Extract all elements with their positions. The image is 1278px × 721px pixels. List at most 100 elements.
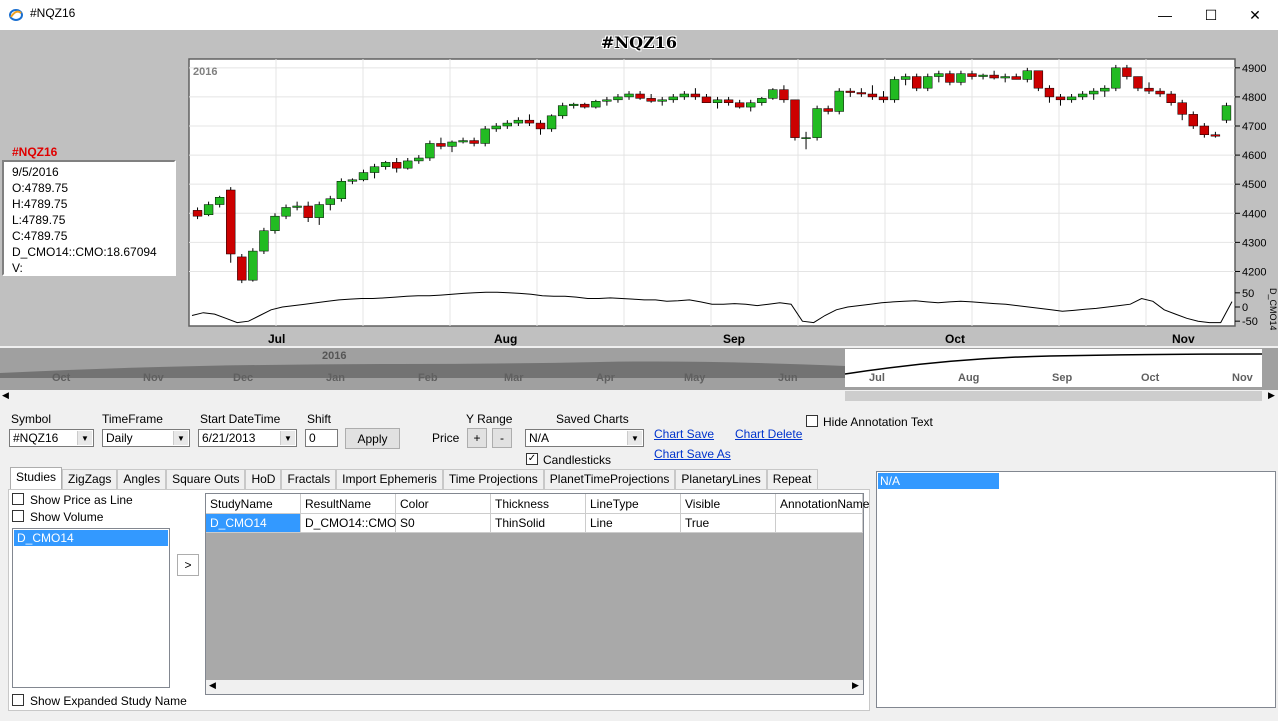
scroll-right-icon[interactable]: ▶: [1268, 390, 1275, 401]
start-datetime-picker[interactable]: 6/21/2013 ▼: [198, 429, 297, 447]
column-header[interactable]: Visible: [681, 494, 776, 514]
column-header[interactable]: AnnotationName: [776, 494, 869, 514]
scroll-left-icon[interactable]: ◀: [2, 390, 9, 401]
scroll-right-icon[interactable]: ▶: [852, 680, 859, 691]
timeframe-select[interactable]: Daily ▼: [102, 429, 190, 447]
chevron-down-icon[interactable]: ▼: [280, 431, 295, 445]
candle-body: [701, 96, 712, 103]
table-cell[interactable]: [776, 514, 863, 533]
tab-square-outs[interactable]: Square Outs: [166, 469, 246, 489]
candle-body: [945, 73, 955, 83]
candle-body: [569, 103, 579, 106]
yrange-minus-button[interactable]: -: [492, 428, 512, 448]
candle-body: [1177, 102, 1187, 115]
tab-time-projections[interactable]: Time Projections: [442, 469, 544, 489]
hide-annotation-checkbox[interactable]: [806, 415, 818, 427]
show-volume-checkbox[interactable]: [12, 510, 24, 522]
column-header[interactable]: Thickness: [491, 494, 586, 514]
tab-import-ephemeris[interactable]: Import Ephemeris: [336, 469, 443, 489]
apply-button[interactable]: Apply: [345, 428, 400, 449]
nav-month: Feb: [418, 372, 438, 384]
candle-body: [292, 205, 302, 208]
tab-fractals[interactable]: Fractals: [281, 469, 337, 489]
column-header[interactable]: Color: [396, 494, 491, 514]
study-list[interactable]: D_CMO14: [12, 528, 170, 688]
candle-body: [458, 140, 468, 143]
chevron-down-icon[interactable]: ▼: [173, 431, 188, 445]
chevron-down-icon[interactable]: ▼: [77, 431, 92, 445]
column-header[interactable]: LineType: [586, 494, 681, 514]
candle-body: [989, 74, 999, 79]
tab-repeat[interactable]: Repeat: [766, 469, 818, 489]
tab-studies[interactable]: Studies: [10, 467, 63, 489]
chart-delete-link[interactable]: Chart Delete: [735, 427, 802, 441]
grid-scrollbar[interactable]: ◀ ▶: [206, 680, 863, 694]
candle-body: [690, 93, 701, 98]
shift-input[interactable]: 0: [305, 429, 338, 447]
candle-body: [425, 143, 435, 159]
cmo-tick-label: 50: [1242, 288, 1254, 300]
list-item[interactable]: D_CMO14: [14, 530, 168, 546]
yrange-plus-button[interactable]: +: [467, 428, 487, 448]
candle-body: [557, 105, 568, 117]
candle-body: [1066, 96, 1077, 101]
info-symbol: #NQZ16: [12, 145, 58, 159]
candle-body: [1089, 90, 1099, 95]
maximize-button[interactable]: ☐: [1188, 0, 1234, 30]
chevron-down-icon[interactable]: ▼: [627, 431, 642, 445]
price-tick-label: 4800: [1242, 92, 1266, 104]
tab-angles[interactable]: Angles: [117, 469, 167, 489]
candle-body: [248, 250, 258, 281]
price-tick-label: 4700: [1242, 121, 1266, 133]
scroll-left-icon[interactable]: ◀: [209, 680, 216, 691]
candle-body: [314, 204, 324, 218]
navigator-scrollbar[interactable]: ◀ ▶: [0, 390, 1278, 402]
table-cell[interactable]: S0: [396, 514, 491, 533]
table-cell[interactable]: True: [681, 514, 776, 533]
move-study-button[interactable]: >: [177, 554, 199, 576]
price-tick-label: 4500: [1242, 179, 1266, 191]
candle-body: [900, 76, 911, 80]
chart-title: #NQZ16: [601, 33, 677, 52]
price-tick-label: 4200: [1242, 266, 1266, 278]
show-expanded-label: Show Expanded Study Name: [30, 694, 187, 708]
nav-month: Oct: [1141, 372, 1160, 384]
show-expanded-checkbox[interactable]: [12, 694, 24, 706]
column-header[interactable]: StudyName: [206, 494, 301, 514]
candlesticks-checkbox[interactable]: ✓: [526, 453, 538, 465]
annotation-list[interactable]: N/A: [876, 471, 1276, 708]
column-header[interactable]: ResultName: [301, 494, 396, 514]
study-grid[interactable]: StudyName ResultName Color Thickness Lin…: [205, 493, 869, 695]
table-cell[interactable]: D_CMO14: [206, 514, 301, 533]
candle-body: [1111, 67, 1121, 89]
close-button[interactable]: ✕: [1232, 0, 1278, 30]
symbol-select[interactable]: #NQZ16 ▼: [9, 429, 94, 447]
list-item[interactable]: N/A: [878, 473, 999, 489]
chart-save-link[interactable]: Chart Save: [654, 427, 714, 441]
tab-planet-time-projections[interactable]: PlanetTimeProjections: [543, 469, 676, 489]
table-cell[interactable]: ThinSolid: [491, 514, 586, 533]
info-line: O:4789.75: [12, 181, 69, 195]
candle-body: [281, 207, 291, 217]
chart-navigator[interactable]: 2016 Oct Nov Dec Jan Feb Mar Apr May Jun…: [0, 348, 1278, 390]
tab-zigzags[interactable]: ZigZags: [62, 469, 118, 489]
candle-body: [1210, 134, 1221, 137]
tab-planetary-lines[interactable]: PlanetaryLines: [675, 469, 767, 489]
candle-body: [513, 119, 524, 124]
table-cell[interactable]: Line: [586, 514, 681, 533]
chart-save-as-link[interactable]: Chart Save As: [654, 447, 731, 461]
candle-body: [723, 99, 734, 103]
scroll-thumb[interactable]: [845, 391, 1262, 401]
candle-body: [491, 125, 501, 130]
price-label: Price: [432, 431, 460, 445]
minimize-button[interactable]: —: [1142, 0, 1188, 30]
table-cell[interactable]: D_CMO14::CMO: [301, 514, 396, 533]
saved-charts-select[interactable]: N/A ▼: [525, 429, 644, 447]
show-price-line-checkbox[interactable]: [12, 493, 24, 505]
navigator-year: 2016: [322, 350, 347, 362]
month-label: Sep: [723, 332, 746, 346]
candle-body: [447, 141, 457, 147]
candle-body: [502, 122, 512, 127]
tab-hod[interactable]: HoD: [245, 469, 282, 489]
price-chart[interactable]: 2016 4900 4800 4700 4600 4500 4400 4300 4200 50…: [188, 58, 1278, 330]
